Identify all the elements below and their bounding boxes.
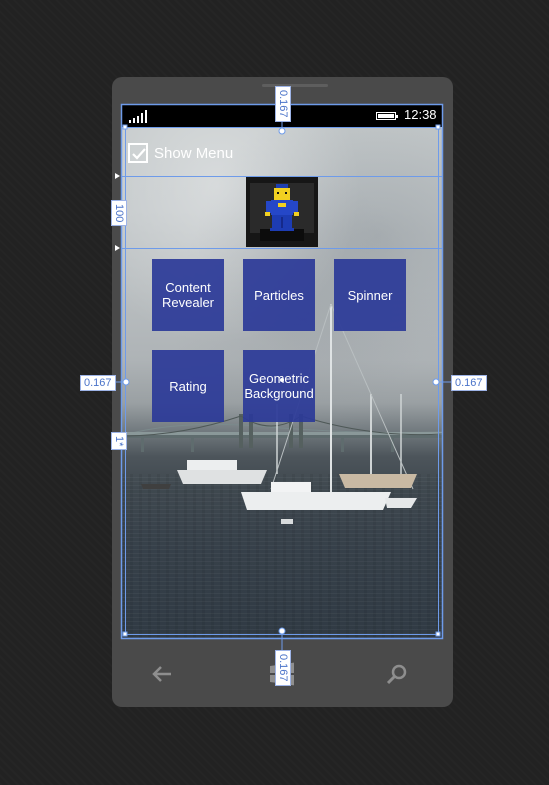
show-menu-label: Show Menu bbox=[154, 145, 234, 162]
tile-geometric-background[interactable]: Geometric Background bbox=[243, 350, 315, 422]
tile-label: Particles bbox=[254, 287, 304, 303]
tile-rating[interactable]: Rating bbox=[152, 350, 224, 422]
tile-spinner[interactable]: Spinner bbox=[334, 259, 406, 331]
top-margin-label: 0.167 bbox=[275, 86, 291, 122]
tile-label: Rating bbox=[169, 378, 207, 394]
star-row-label: 1* bbox=[111, 432, 127, 451]
checkmark-icon bbox=[132, 148, 146, 160]
battery-icon bbox=[376, 112, 398, 120]
bottom-margin-label: 0.167 bbox=[275, 650, 291, 686]
tile-content-revealer[interactable]: Content Revealer bbox=[152, 259, 224, 331]
phone-speaker bbox=[262, 84, 328, 87]
tile-label: Geometric Background bbox=[244, 371, 314, 401]
signal-strength-icon bbox=[129, 110, 151, 123]
search-icon[interactable] bbox=[382, 660, 412, 688]
show-menu-checkbox[interactable]: Show Menu bbox=[128, 143, 268, 167]
back-arrow-icon[interactable] bbox=[147, 660, 177, 688]
lego-figure-icon bbox=[246, 177, 318, 247]
right-margin-label: 0.167 bbox=[451, 375, 487, 391]
status-time: 12:38 bbox=[404, 107, 437, 122]
tile-particles[interactable]: Particles bbox=[243, 259, 315, 331]
checkbox-box[interactable] bbox=[128, 143, 148, 163]
row-height-label: 100 bbox=[111, 200, 127, 227]
lego-figure-image bbox=[246, 177, 318, 247]
tile-label: Content Revealer bbox=[161, 280, 215, 310]
tile-label: Spinner bbox=[347, 287, 393, 303]
left-margin-label: 0.167 bbox=[80, 375, 116, 391]
